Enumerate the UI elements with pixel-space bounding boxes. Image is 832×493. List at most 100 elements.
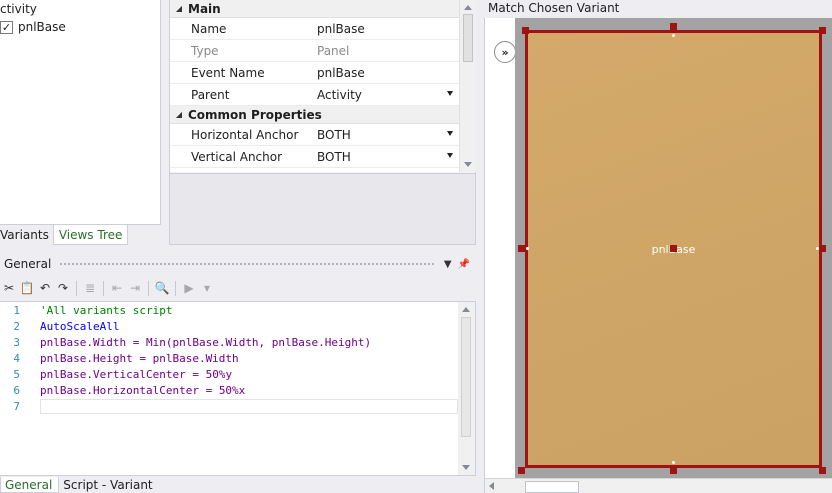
code-token: pnlBase bbox=[40, 336, 87, 349]
code-line[interactable]: 4 pnlBase.Height = pnlBase.Width bbox=[0, 351, 458, 367]
code-line[interactable]: 7 bbox=[0, 399, 458, 415]
property-row-parent[interactable]: Parent Activity bbox=[170, 84, 459, 106]
code-line[interactable]: 6 pnlBase.HorizontalCenter = 50%x bbox=[0, 383, 458, 399]
resize-handle[interactable] bbox=[819, 27, 826, 34]
scroll-down-icon[interactable] bbox=[464, 162, 472, 167]
code-editor[interactable]: 1 'All variants script 2 AutoScaleAll 3 pnlBa… bbox=[0, 301, 476, 476]
find-icon[interactable]: 🔍 bbox=[153, 279, 171, 297]
scroll-up-icon[interactable] bbox=[462, 307, 470, 312]
drag-grip[interactable] bbox=[59, 261, 436, 267]
toolbar-separator bbox=[148, 280, 149, 296]
scroll-up-icon[interactable] bbox=[464, 5, 472, 10]
resize-handle[interactable] bbox=[819, 245, 826, 252]
property-row-event-name[interactable]: Event Name pnlBase bbox=[170, 62, 459, 84]
code-token: .Width = bbox=[86, 336, 146, 349]
overflow-icon[interactable]: ▾ bbox=[198, 279, 216, 297]
code-line[interactable]: 5 pnlBase.VerticalCenter = 50%y bbox=[0, 367, 458, 383]
resize-handle[interactable] bbox=[522, 27, 529, 34]
cut-icon[interactable]: ✂ bbox=[0, 279, 18, 297]
designer-scrollbar[interactable] bbox=[485, 478, 832, 493]
code-panel-title: General bbox=[4, 257, 52, 271]
redo-icon[interactable]: ↷ bbox=[54, 279, 72, 297]
line-number: 1 bbox=[13, 304, 20, 317]
code-token: 50%x bbox=[218, 384, 246, 397]
code-token: pnlBase.HorizontalCenter = bbox=[40, 384, 219, 397]
tree-root-label[interactable]: ctivity bbox=[0, 2, 37, 16]
property-name: Name bbox=[191, 21, 227, 36]
collapse-triangle-icon[interactable]: ◢ bbox=[170, 4, 188, 13]
code-line[interactable]: 3 pnlBase.Width = Min(pnlBase.Width, pnlB… bbox=[0, 335, 458, 351]
scrollbar-thumb[interactable] bbox=[525, 481, 579, 493]
resize-handle[interactable] bbox=[518, 245, 525, 252]
line-number: 5 bbox=[13, 368, 20, 381]
resize-handle[interactable] bbox=[819, 467, 826, 474]
code-token: AutoScaleAll bbox=[40, 320, 120, 333]
pin-icon[interactable]: 📌 bbox=[458, 259, 470, 270]
code-text[interactable] bbox=[40, 399, 458, 414]
views-tree-tabs: Variants Views Tree bbox=[0, 225, 161, 247]
undo-icon[interactable]: ↶ bbox=[36, 279, 54, 297]
scrollbar-thumb[interactable] bbox=[463, 14, 473, 62]
tab-views-tree[interactable]: Views Tree bbox=[52, 225, 129, 245]
dropdown-arrow-icon[interactable] bbox=[447, 91, 453, 96]
code-line[interactable]: 2 AutoScaleAll bbox=[0, 319, 458, 335]
dropdown-arrow-icon[interactable] bbox=[447, 153, 453, 158]
resize-handle[interactable] bbox=[670, 23, 677, 30]
scroll-left-icon[interactable] bbox=[489, 482, 494, 490]
resize-handle[interactable] bbox=[670, 245, 677, 252]
line-number: 6 bbox=[13, 384, 20, 397]
code-scrollbar[interactable] bbox=[458, 302, 475, 475]
run-icon[interactable]: ▶ bbox=[180, 279, 198, 297]
property-row-type[interactable]: Type Panel bbox=[170, 40, 459, 62]
property-row-vertical-anchor[interactable]: Vertical Anchor BOTH bbox=[170, 146, 459, 168]
category-label: Main bbox=[188, 1, 221, 16]
dropdown-arrow-icon[interactable] bbox=[447, 131, 453, 136]
property-value[interactable]: pnlBase bbox=[300, 18, 459, 39]
code-text[interactable]: pnlBase.HorizontalCenter = 50%x bbox=[20, 383, 245, 399]
code-text[interactable]: pnlBase.VerticalCenter = 50%y bbox=[20, 367, 232, 383]
property-name: Parent bbox=[191, 87, 230, 102]
property-value-dropdown[interactable]: BOTH bbox=[300, 124, 459, 145]
property-value-dropdown[interactable]: BOTH bbox=[300, 146, 459, 167]
property-value-dropdown[interactable]: Activity bbox=[300, 84, 459, 105]
code-text[interactable]: 'All variants script bbox=[20, 303, 172, 319]
scrollbar-thumb[interactable] bbox=[461, 317, 471, 437]
checkbox-icon[interactable]: ✓ bbox=[0, 20, 13, 34]
property-value[interactable]: pnlBase bbox=[300, 62, 459, 83]
toolbar-separator bbox=[175, 280, 176, 296]
code-text[interactable]: AutoScaleAll bbox=[20, 319, 119, 335]
property-name: Horizontal Anchor bbox=[191, 127, 299, 142]
designer-canvas[interactable]: pnlBase bbox=[515, 18, 832, 478]
dropdown-arrow-icon[interactable]: ▼ bbox=[444, 259, 452, 270]
property-row-horizontal-anchor[interactable]: Horizontal Anchor BOTH bbox=[170, 124, 459, 146]
outdent-icon[interactable]: ⇤ bbox=[108, 279, 126, 297]
paste-icon[interactable]: 📋 bbox=[18, 279, 36, 297]
resize-handle[interactable] bbox=[670, 467, 677, 474]
code-token: (pnlBase.Width, pnlBase.Height) bbox=[165, 336, 372, 349]
tab-general[interactable]: General bbox=[0, 477, 60, 493]
double-chevron-right-icon[interactable]: » bbox=[494, 41, 516, 63]
indent-icon[interactable]: ⇥ bbox=[126, 279, 144, 297]
code-text[interactable]: pnlBase.Height = pnlBase.Width bbox=[20, 351, 239, 367]
resize-handle[interactable] bbox=[518, 467, 525, 474]
bottom-tabs: General Script - Variant bbox=[0, 477, 159, 493]
code-token: pnlBase.VerticalCenter = bbox=[40, 368, 206, 381]
property-value: Panel bbox=[317, 43, 350, 58]
code-lines[interactable]: 1 'All variants script 2 AutoScaleAll 3 pnlBa… bbox=[0, 303, 458, 415]
collapse-triangle-icon[interactable]: ◢ bbox=[170, 110, 188, 119]
category-main[interactable]: ◢ Main bbox=[170, 0, 459, 18]
code-panel-titlebar: General ▼ 📌 bbox=[0, 255, 476, 273]
code-text[interactable]: pnlBase.Width = Min(pnlBase.Width, pnlBa… bbox=[20, 335, 371, 351]
tab-variants[interactable]: Variants bbox=[0, 225, 53, 245]
tree-node-pnlbase[interactable]: ✓ pnlBase bbox=[0, 20, 66, 34]
tab-script-variant[interactable]: Script - Variant bbox=[59, 477, 158, 493]
comment-block-icon[interactable]: ≣ bbox=[81, 279, 99, 297]
property-grid-scrollbar[interactable] bbox=[459, 0, 476, 172]
property-name: Type bbox=[191, 43, 219, 58]
code-token: 50%y bbox=[205, 368, 233, 381]
category-common-properties[interactable]: ◢ Common Properties bbox=[170, 106, 459, 124]
property-row-name[interactable]: Name pnlBase bbox=[170, 18, 459, 40]
code-line[interactable]: 1 'All variants script bbox=[0, 303, 458, 319]
code-token: Min bbox=[145, 336, 166, 349]
scroll-down-icon[interactable] bbox=[462, 465, 470, 470]
